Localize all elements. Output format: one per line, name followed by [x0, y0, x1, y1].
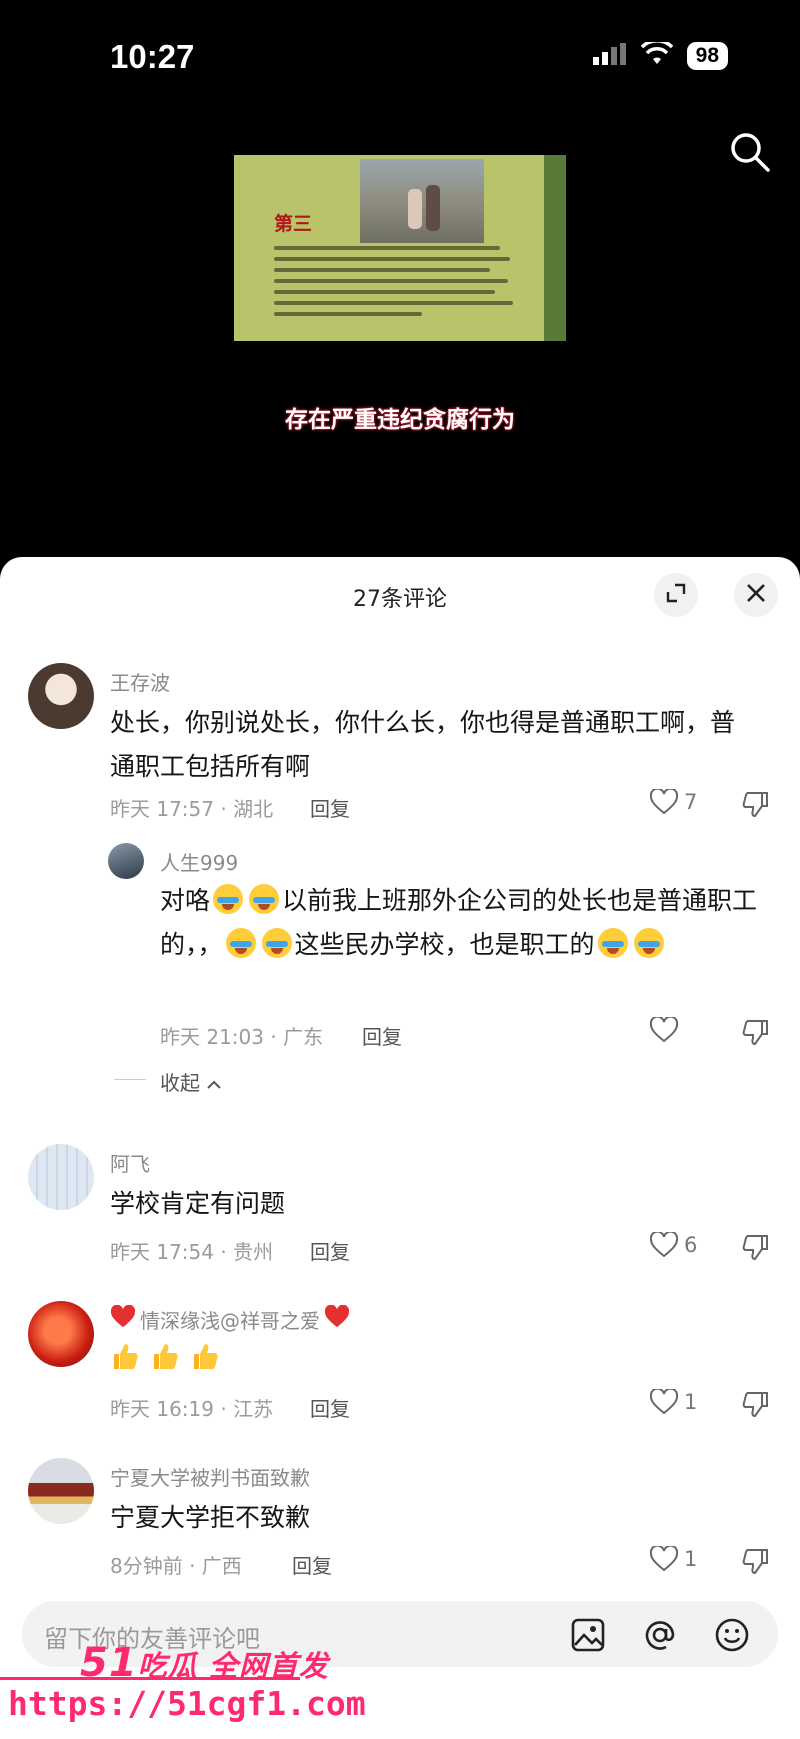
comment-time-location: 昨天 17:54 · 贵州	[110, 1240, 274, 1264]
reply-author[interactable]: 人生999	[160, 847, 238, 876]
status-icons: 98	[592, 39, 728, 70]
thumbs-up-emoji-icon	[150, 1341, 180, 1371]
video-frame-heading: 第三	[274, 213, 313, 235]
reply-text-part3: 这些民办学校，也是职工的	[294, 930, 595, 959]
avatar[interactable]	[28, 1458, 94, 1524]
comment-item: 宁夏大学被判书面致歉 宁夏大学拒不致歉 8分钟前 · 广西 回复 1	[0, 1454, 800, 1578]
like-button[interactable]: 1	[650, 1389, 697, 1415]
collapse-label: 收起	[160, 1071, 200, 1095]
comment-time-location: 昨天 17:57 · 湖北	[110, 797, 274, 821]
image-icon[interactable]	[568, 1615, 608, 1655]
crying-laughing-emoji-icon	[633, 928, 664, 958]
heart-icon	[650, 1017, 678, 1043]
close-icon	[746, 583, 766, 607]
video-player[interactable]: 第三 存在严重违纪贪腐行为	[0, 110, 800, 560]
thumbs-up-emoji-icon	[190, 1341, 220, 1371]
battery-indicator: 98	[686, 42, 728, 70]
status-time: 10:27	[110, 38, 195, 75]
like-button[interactable]: 1	[650, 1546, 697, 1572]
reply-text: 对咯 以前我上班那外企公司的处长也是普通职工的，， 这些民办学校，也是职工的	[160, 879, 760, 967]
comment-author[interactable]: 宁夏大学被判书面致歉	[110, 1462, 310, 1491]
dislike-icon[interactable]	[740, 789, 770, 819]
like-count: 1	[684, 1390, 698, 1414]
sheet-header: 27条评论	[0, 557, 800, 633]
heart-icon	[650, 1546, 678, 1572]
heart-emoji-icon	[324, 1304, 350, 1334]
reply-avatar[interactable]	[108, 843, 144, 879]
comment-text: 宁夏大学拒不致歉	[110, 1503, 311, 1532]
like-button[interactable]: 7	[650, 789, 697, 815]
avatar[interactable]	[28, 663, 94, 729]
comment-time-location: 昨天 16:19 · 江苏	[110, 1397, 274, 1421]
comment-text: 学校肯定有问题	[110, 1189, 286, 1218]
crying-laughing-emoji-icon	[261, 928, 292, 958]
reply-time-location: 昨天 21:03 · 广东	[160, 1025, 324, 1049]
video-frame-text-lines	[274, 239, 520, 323]
crying-laughing-emoji-icon	[225, 928, 256, 958]
mention-icon[interactable]	[640, 1615, 680, 1655]
dislike-icon[interactable]	[740, 1546, 770, 1576]
comment-item: 王存波 处长，你别说处长，你什么长，你也得是普通职工啊，普通职工包括所有啊 昨天…	[0, 655, 800, 1095]
heart-icon	[650, 1389, 678, 1415]
reply-text-part1: 对咯	[160, 886, 211, 915]
reply-button[interactable]: 回复	[310, 1236, 350, 1265]
heart-icon	[650, 1232, 678, 1258]
expand-button[interactable]	[654, 573, 698, 617]
like-button[interactable]: 6	[650, 1232, 697, 1258]
reply-reply-button[interactable]: 回复	[362, 1021, 402, 1050]
comment-author-row[interactable]: 情深缘浅@祥哥之爱	[110, 1304, 350, 1334]
search-icon[interactable]	[728, 130, 772, 174]
reply-dislike-icon[interactable]	[740, 1017, 770, 1047]
watermark-divider	[0, 1677, 300, 1680]
video-photo	[360, 159, 484, 243]
video-frame: 第三	[234, 155, 566, 341]
avatar[interactable]	[28, 1144, 94, 1210]
video-caption: 存在严重违纪贪腐行为	[285, 407, 515, 433]
reply-button[interactable]: 回复	[310, 1393, 350, 1422]
comment-text	[110, 1341, 750, 1385]
crying-laughing-emoji-icon	[213, 884, 244, 914]
like-count: 1	[684, 1547, 698, 1571]
avatar[interactable]	[28, 1301, 94, 1367]
thumbs-up-emoji-icon	[110, 1341, 140, 1371]
crying-laughing-emoji-icon	[249, 884, 280, 914]
heart-icon	[650, 789, 678, 815]
wifi-icon	[640, 39, 673, 70]
comment-text: 处长，你别说处长，你什么长，你也得是普通职工啊，普通职工包括所有啊	[110, 708, 736, 781]
reply-button[interactable]: 回复	[292, 1550, 332, 1579]
crying-laughing-emoji-icon	[597, 928, 628, 958]
like-count: 6	[684, 1233, 698, 1257]
comment-item: 阿飞 学校肯定有问题 昨天 17:54 · 贵州 回复 6	[0, 1140, 800, 1264]
dislike-icon[interactable]	[740, 1232, 770, 1262]
signal-icon	[592, 43, 627, 69]
expand-icon	[665, 582, 687, 608]
close-button[interactable]	[734, 573, 778, 617]
emoji-icon[interactable]	[712, 1615, 752, 1655]
video-frame-foliage	[544, 155, 566, 341]
comment-author[interactable]: 王存波	[110, 667, 170, 696]
heart-emoji-icon	[110, 1304, 136, 1334]
reply-like-button[interactable]	[650, 1017, 678, 1043]
comment-author: 情深缘浅@祥哥之爱	[140, 1309, 320, 1333]
collapse-replies-button[interactable]: 收起	[114, 1067, 222, 1096]
status-bar: 10:27 98	[0, 0, 800, 110]
like-count: 7	[684, 790, 698, 814]
watermark-url: https://51cgf1.com	[8, 1684, 366, 1723]
chevron-up-icon	[206, 1071, 222, 1095]
comment-author[interactable]: 阿飞	[110, 1148, 150, 1177]
reply-button[interactable]: 回复	[310, 793, 350, 822]
dislike-icon[interactable]	[740, 1389, 770, 1419]
comment-item: 情深缘浅@祥哥之爱 昨天 16:19 · 江苏 回复 1	[0, 1297, 800, 1421]
comment-time-location: 8分钟前 · 广西	[110, 1554, 242, 1578]
